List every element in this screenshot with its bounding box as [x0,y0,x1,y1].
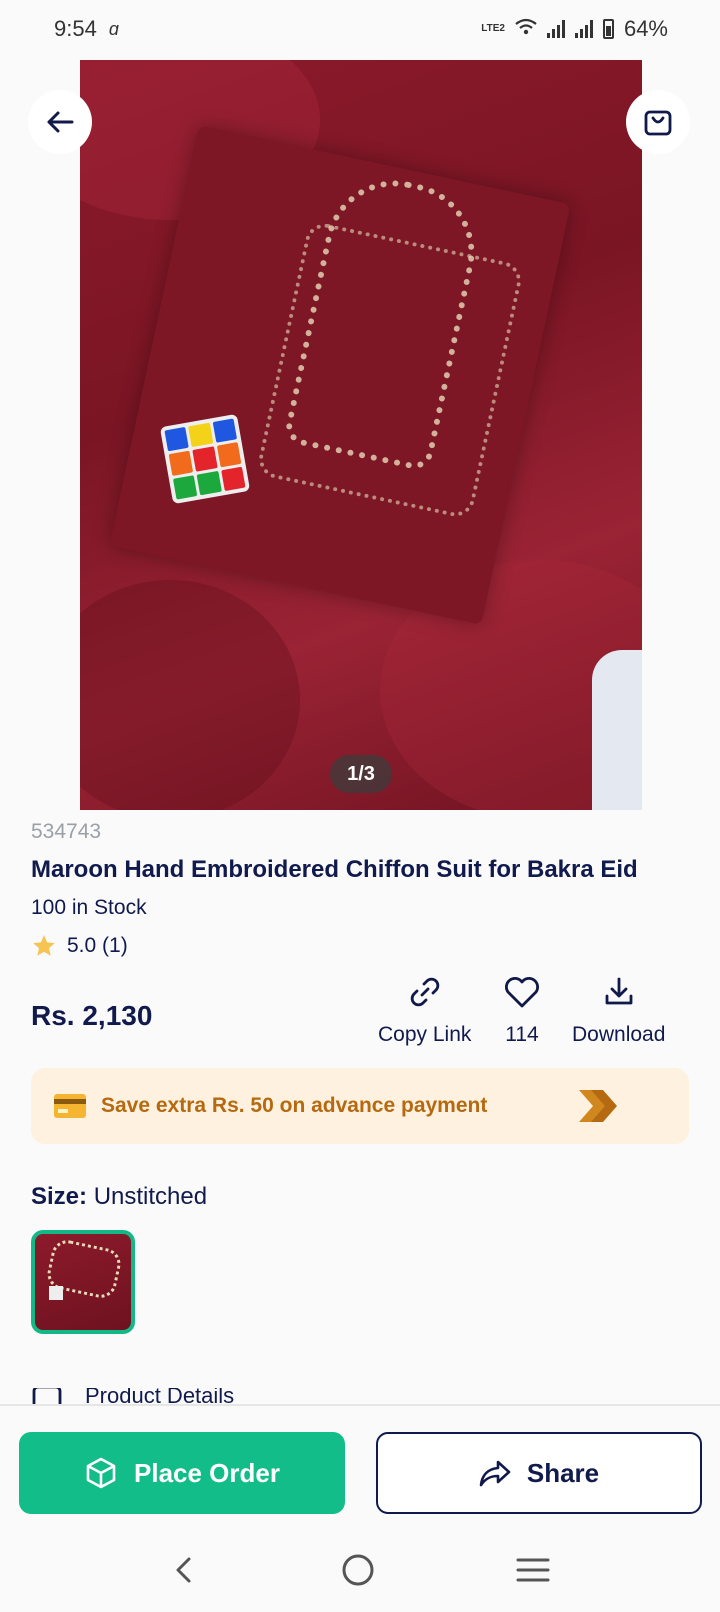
advance-payment-banner[interactable]: Save extra Rs. 50 on advance payment [31,1068,689,1144]
status-bar: 9:54 ɑ LTE2 64% [0,0,720,58]
product-details-header[interactable]: Product Details [31,1388,234,1404]
status-time: 9:54 [54,16,97,41]
cart-button[interactable] [626,90,690,154]
download-label: Download [572,1023,666,1046]
fabric-fold [80,580,300,810]
back-button[interactable] [28,90,92,154]
signal-icon-2 [574,20,593,38]
box-icon [86,1457,116,1489]
nav-home-button[interactable] [341,1553,375,1592]
like-count: 114 [505,1023,539,1046]
star-icon [33,935,55,956]
like-button[interactable]: 114 [503,975,541,1047]
puzzle-cube-prop [159,413,251,505]
system-nav-bar [0,1532,720,1612]
product-sku: 534743 [31,820,102,843]
nav-recents-button[interactable] [516,1557,550,1588]
place-order-button[interactable]: Place Order [19,1432,345,1514]
stock-status: 100 in Stock [31,896,147,919]
signal-icon-1 [546,20,565,38]
status-right: LTE2 64% [481,16,668,42]
image-pager: 1/3 [330,755,392,793]
product-title: Maroon Hand Embroidered Chiffon Suit for… [31,856,638,883]
battery-percent: 64% [623,16,668,41]
promo-text: Save extra Rs. 50 on advance payment [101,1094,488,1117]
product-price: Rs. 2,130 [31,1000,153,1031]
share-icon [479,1460,511,1487]
copy-link-button[interactable]: Copy Link [378,975,471,1047]
menu-lines-icon [516,1558,550,1581]
backdrop [592,650,642,810]
copy-link-label: Copy Link [378,1023,472,1046]
size-option-unstitched[interactable] [31,1230,135,1334]
double-chevron-right-icon [579,1090,617,1122]
download-button[interactable]: Download [572,975,665,1047]
share-label: Share [526,1457,600,1488]
heart-icon [505,977,539,1008]
share-button[interactable]: Share [376,1432,702,1514]
bottom-action-bar: Place Order Share [0,1404,720,1532]
size-value: Unstitched [93,1183,208,1210]
size-label: Size: Unstitched [31,1183,207,1211]
download-icon [605,977,633,1005]
network-label: LTE2 [481,23,505,34]
place-order-label: Place Order [134,1457,280,1488]
link-icon [410,977,439,1007]
product-details-label: Product Details [85,1388,235,1404]
shopping-bag-icon [644,110,672,136]
thumb-cube [49,1286,63,1300]
product-rating[interactable]: 5.0 (1) [31,933,128,959]
rating-text: 5.0 (1) [67,934,128,957]
credit-card-icon [54,1094,86,1118]
assistant-icon: ɑ [108,18,119,39]
product-image[interactable] [80,60,642,810]
wifi-icon [515,16,537,42]
status-left: 9:54 ɑ [54,16,119,42]
nav-back-button[interactable] [170,1555,200,1590]
battery-icon [602,19,614,39]
chevron-left-icon [176,1557,191,1582]
arrow-left-icon [47,111,74,133]
size-label-key: Size: [31,1183,88,1210]
home-circle-icon [342,1554,374,1585]
document-icon [32,1388,62,1404]
